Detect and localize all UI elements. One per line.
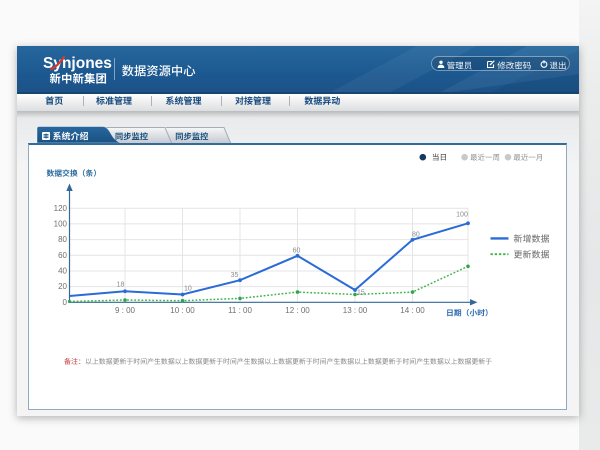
svg-text:18: 18: [117, 282, 125, 289]
svg-text:15: 15: [357, 290, 365, 297]
svg-text:60: 60: [58, 251, 67, 260]
svg-text:11 : 00: 11 : 00: [228, 306, 252, 315]
svg-text:9 : 00: 9 : 00: [115, 306, 136, 315]
svg-text:35: 35: [231, 272, 239, 279]
svg-text:100: 100: [456, 212, 468, 219]
svg-text:100: 100: [54, 219, 68, 228]
svg-text:0: 0: [63, 298, 68, 307]
svg-text:13 : 00: 13 : 00: [343, 306, 368, 315]
svg-text:60: 60: [293, 248, 301, 255]
svg-text:80: 80: [58, 235, 67, 244]
svg-text:20: 20: [58, 282, 67, 291]
svg-text:40: 40: [58, 267, 67, 276]
svg-text:80: 80: [412, 232, 420, 239]
svg-text:12 : 00: 12 : 00: [285, 306, 310, 315]
svg-text:120: 120: [54, 204, 68, 213]
svg-text:10: 10: [184, 286, 192, 293]
svg-text:10 : 00: 10 : 00: [170, 306, 195, 315]
svg-text:14 : 00: 14 : 00: [400, 306, 425, 315]
